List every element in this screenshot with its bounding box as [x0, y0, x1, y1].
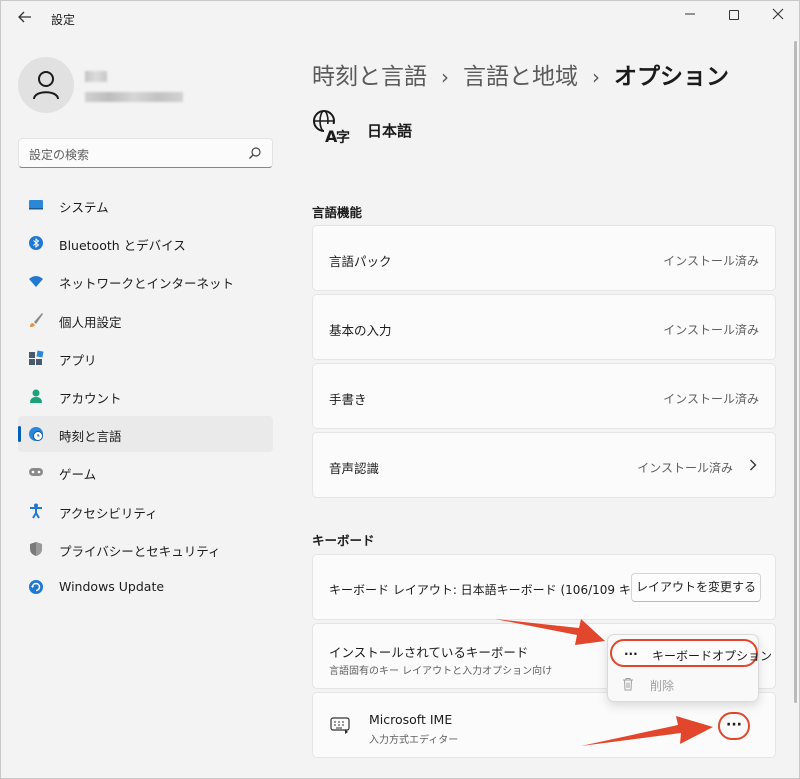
bluetooth-icon: [29, 236, 43, 251]
sidebar-item-label: 個人用設定: [59, 314, 122, 330]
brush-icon: [30, 312, 43, 327]
gamepad-icon: [29, 468, 43, 477]
sidebar-item-label: アクセシビリティ: [59, 505, 158, 521]
maximize-icon: [729, 10, 739, 20]
settings-window: 設定 設定の検索 システム Bluetooth とデバイス ネットワークとインタ…: [0, 0, 800, 779]
close-icon: [772, 8, 784, 20]
search-placeholder: 設定の検索: [29, 148, 90, 162]
minimize-button[interactable]: [678, 7, 702, 27]
remove-label: 削除: [650, 679, 675, 693]
active-indicator: [18, 426, 21, 443]
sidebar-item-privacy[interactable]: プライバシーとセキュリティ: [18, 531, 273, 567]
context-menu: ··· キーボードオプション 削除: [607, 634, 772, 702]
sidebar-item-label: Bluetooth とデバイス: [59, 238, 186, 254]
sidebar-item-label: プライバシーとセキュリティ: [59, 543, 221, 559]
annotation-arrow-icon: [581, 716, 713, 746]
search-icon[interactable]: [248, 146, 262, 160]
annotation-arrow-icon: [495, 619, 605, 645]
sidebar-item-system[interactable]: システム: [18, 187, 273, 223]
feature-status: インストール済み: [637, 461, 733, 475]
title-bar: 設定: [1, 1, 799, 35]
close-button[interactable]: [766, 7, 790, 27]
feature-status: インストール済み: [663, 323, 759, 337]
sidebar-item-accounts[interactable]: アカウント: [18, 378, 273, 414]
apps-icon: [29, 350, 44, 365]
search-input[interactable]: 設定の検索: [18, 138, 273, 168]
change-layout-button[interactable]: レイアウトを変更する: [631, 573, 761, 602]
feature-label: 音声認識: [329, 461, 380, 476]
breadcrumb-time-language[interactable]: 時刻と言語: [312, 64, 427, 90]
sidebar-item-windows-update[interactable]: Windows Update: [18, 569, 273, 605]
svg-text:字: 字: [336, 129, 350, 145]
section-title-language-features: 言語機能: [312, 205, 363, 220]
feature-basic-typing: 基本の入力 インストール済み: [312, 294, 776, 360]
sidebar-item-label: システム: [59, 200, 109, 215]
installed-keyboards-sub: 言語固有のキー レイアウトと入力オプション向け: [329, 666, 553, 677]
keyboard-options-label: キーボードオプション: [652, 649, 773, 663]
feature-status: インストール済み: [663, 254, 759, 268]
feature-label: 基本の入力: [329, 323, 392, 338]
sidebar-nav: システム Bluetooth とデバイス ネットワークとインターネット 個人用設…: [18, 187, 273, 607]
breadcrumb-separator: ›: [441, 65, 449, 89]
sidebar-item-label: ネットワークとインターネット: [59, 276, 235, 292]
person-icon: [30, 389, 42, 403]
globe-clock-icon: [29, 427, 43, 442]
sidebar-item-label: アプリ: [59, 352, 97, 368]
more-icon: ···: [624, 647, 638, 661]
keyboard-options-menu-item[interactable]: ··· キーボードオプション: [610, 639, 772, 667]
back-button[interactable]: [13, 9, 37, 27]
keyboard-icon: [330, 717, 350, 734]
sidebar-item-apps[interactable]: アプリ: [18, 340, 273, 376]
accessibility-icon: [30, 503, 42, 519]
update-icon: [29, 579, 43, 594]
ime-sub: 入力方式エディター: [369, 735, 459, 746]
sidebar-item-personalization[interactable]: 個人用設定: [18, 302, 273, 338]
ime-name: Microsoft IME: [369, 712, 453, 727]
feature-language-pack: 言語パック インストール済み: [312, 225, 776, 291]
sidebar-item-network[interactable]: ネットワークとインターネット: [18, 263, 273, 299]
section-title-keyboard: キーボード: [312, 533, 375, 548]
page-title: オプション: [614, 64, 729, 90]
app-title: 設定: [51, 13, 76, 27]
breadcrumb-language-region[interactable]: 言語と地域: [463, 64, 578, 90]
shield-icon: [30, 541, 42, 556]
feature-speech[interactable]: 音声認識 インストール済み: [312, 432, 776, 498]
monitor-icon: [29, 200, 43, 210]
sidebar-item-label: 時刻と言語: [59, 429, 122, 445]
chevron-right-icon: [750, 459, 757, 471]
trash-icon: [623, 678, 633, 691]
feature-label: 手書き: [329, 392, 367, 407]
user-email: [85, 92, 183, 102]
language-icon: A 字: [313, 110, 350, 145]
feature-label: 言語パック: [329, 254, 392, 269]
sidebar-item-label: アカウント: [59, 390, 122, 406]
wifi-icon: [29, 276, 43, 288]
sidebar-item-time-language[interactable]: 時刻と言語: [18, 416, 273, 453]
person-icon: [33, 71, 59, 100]
sidebar-item-accessibility[interactable]: アクセシビリティ: [18, 493, 273, 529]
maximize-button[interactable]: [722, 7, 746, 27]
sidebar-item-gaming[interactable]: ゲーム: [18, 454, 273, 490]
remove-menu-item[interactable]: 削除: [610, 671, 758, 699]
breadcrumb-separator: ›: [592, 65, 600, 89]
sidebar-item-bluetooth[interactable]: Bluetooth とデバイス: [18, 225, 273, 261]
scrollbar[interactable]: [794, 41, 797, 703]
user-name: [85, 71, 107, 82]
sidebar-item-label: Windows Update: [59, 578, 165, 594]
avatar[interactable]: [18, 57, 74, 113]
keyboard-layout-label: キーボード レイアウト: 日本語キーボード (106/109 キー): [329, 583, 648, 597]
minimize-icon: [685, 13, 695, 15]
more-options-button[interactable]: ···: [718, 712, 750, 740]
feature-status: インストール済み: [663, 392, 759, 406]
sidebar-item-label: ゲーム: [59, 467, 97, 483]
feature-handwriting: 手書き インストール済み: [312, 363, 776, 429]
breadcrumb: 時刻と言語 › 言語と地域 › オプション: [312, 57, 729, 91]
language-name: 日本語: [367, 122, 413, 140]
arrow-left-icon: [18, 11, 31, 23]
